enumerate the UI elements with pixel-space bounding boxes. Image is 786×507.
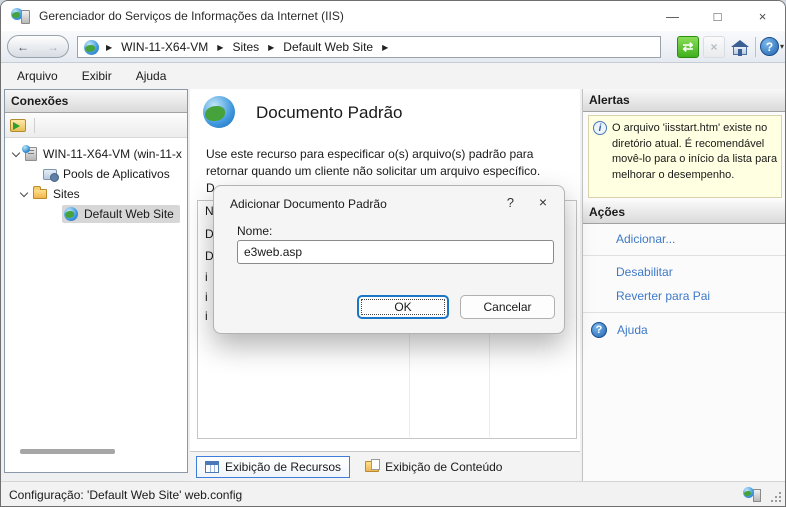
action-revert-link[interactable]: Reverter para Pai xyxy=(583,284,786,308)
maximize-button[interactable]: □ xyxy=(695,1,740,31)
name-field-label: Nome: xyxy=(237,224,272,238)
tree-item-label: Sites xyxy=(53,187,80,201)
description-line: Use este recurso para especificar o(s) a… xyxy=(206,146,540,163)
window-title: Gerenciador do Serviços de Informações d… xyxy=(39,9,344,23)
minimize-button[interactable]: — xyxy=(650,1,695,31)
help-button[interactable]: ? xyxy=(760,37,779,56)
application-pools-icon xyxy=(43,169,57,180)
breadcrumb-server[interactable]: WIN-11-X64-VM xyxy=(119,40,210,54)
server-icon xyxy=(25,147,37,161)
status-text: Configuração: 'Default Web Site' web.con… xyxy=(9,488,242,502)
tree-item-application-pools[interactable]: Pools de Aplicativos xyxy=(5,164,187,184)
action-help-link[interactable]: ? Ajuda xyxy=(583,317,786,343)
connections-header: Conexões xyxy=(5,90,187,113)
actions-panel: Alertas i O arquivo 'iisstart.htm' exist… xyxy=(582,89,786,481)
site-globe-icon xyxy=(84,40,99,55)
action-add-link[interactable]: Adicionar... xyxy=(583,227,786,251)
dialog-close-button[interactable]: × xyxy=(539,194,547,210)
breadcrumb-arrow-icon: ▶ xyxy=(382,43,388,52)
content-view-icon xyxy=(365,461,379,472)
tab-label: Exibição de Conteúdo xyxy=(385,460,502,474)
status-bar: Configuração: 'Default Web Site' web.con… xyxy=(1,481,785,507)
occluded-list-text: i xyxy=(205,270,208,284)
info-icon: i xyxy=(593,121,607,135)
name-input[interactable] xyxy=(237,240,554,264)
actions-divider xyxy=(583,312,786,313)
occluded-list-text: i xyxy=(205,309,208,323)
home-icon xyxy=(733,46,747,55)
toolbar-separator xyxy=(755,37,756,57)
stop-button-disabled: × xyxy=(703,36,725,58)
connections-toolbar xyxy=(5,113,187,138)
tab-label: Exibição de Recursos xyxy=(225,460,341,474)
save-connections-icon[interactable] xyxy=(10,119,26,132)
iis-manager-window: Gerenciador do Serviços de Informações d… xyxy=(0,0,786,507)
feature-title: Documento Padrão xyxy=(256,103,402,123)
web-site-globe-icon xyxy=(64,207,78,221)
features-view-icon xyxy=(205,461,219,473)
alert-message: O arquivo 'iisstart.htm' existe no diret… xyxy=(612,121,778,193)
ok-button[interactable]: OK xyxy=(357,295,449,319)
tab-features-view[interactable]: Exibição de Recursos xyxy=(196,456,350,478)
connections-toolbar-separator xyxy=(34,118,35,133)
back-button[interactable]: ← xyxy=(17,40,29,54)
chevron-expanded-icon[interactable] xyxy=(12,148,20,156)
sites-folder-icon xyxy=(33,189,47,199)
connections-panel: Conexões WIN-11-X64-VM (win-11-x Pools d… xyxy=(4,89,188,473)
resize-grip[interactable] xyxy=(779,500,781,502)
breadcrumb-arrow-icon: ▶ xyxy=(268,43,274,52)
actions-divider xyxy=(583,255,786,256)
iis-status-icon xyxy=(743,487,761,503)
tree-selection-highlight: Default Web Site xyxy=(62,205,180,223)
help-icon: ? xyxy=(591,322,607,338)
nav-pill: ← → xyxy=(7,35,69,58)
close-button[interactable]: × xyxy=(740,1,785,31)
tree-item-label: Default Web Site xyxy=(84,207,174,221)
cancel-button[interactable]: Cancelar xyxy=(460,295,555,319)
dialog-title: Adicionar Documento Padrão xyxy=(230,197,387,211)
horizontal-scrollbar-thumb[interactable] xyxy=(20,449,115,454)
chevron-expanded-icon[interactable] xyxy=(20,188,28,196)
iis-app-icon xyxy=(11,8,30,25)
forward-button[interactable]: → xyxy=(47,40,59,54)
breadcrumb-arrow-icon: ▶ xyxy=(217,43,223,52)
menu-bar: Arquivo Exibir Ajuda xyxy=(1,63,785,89)
home-button[interactable] xyxy=(729,36,751,58)
connections-tree: WIN-11-X64-VM (win-11-x Pools de Aplicat… xyxy=(5,138,187,224)
tree-item-label: WIN-11-X64-VM (win-11-x xyxy=(43,147,182,161)
breadcrumb-sites[interactable]: Sites xyxy=(230,40,261,54)
actions-header: Ações xyxy=(583,201,786,224)
help-label: Ajuda xyxy=(617,323,648,337)
menu-arquivo[interactable]: Arquivo xyxy=(5,65,70,87)
dialog-help-button[interactable]: ? xyxy=(507,195,514,210)
refresh-button[interactable]: ⇄ xyxy=(677,36,699,58)
tab-content-view[interactable]: Exibição de Conteúdo xyxy=(356,456,511,478)
tree-item-default-web-site[interactable]: Default Web Site xyxy=(5,204,187,224)
occluded-list-text: i xyxy=(205,290,208,304)
tree-item-label: Pools de Aplicativos xyxy=(63,167,170,181)
action-disable-link[interactable]: Desabilitar xyxy=(583,260,786,284)
breadcrumb-default-web-site[interactable]: Default Web Site xyxy=(281,40,375,54)
add-default-document-dialog: Adicionar Documento Padrão ? × Nome: OK … xyxy=(213,185,565,334)
navigation-toolbar: ← → ▶ WIN-11-X64-VM ▶ Sites ▶ Default We… xyxy=(1,31,785,63)
tree-item-server[interactable]: WIN-11-X64-VM (win-11-x xyxy=(5,144,187,164)
menu-exibir[interactable]: Exibir xyxy=(70,65,124,87)
description-line: retornar quando um cliente não solicitar… xyxy=(206,163,540,180)
view-tab-strip: Exibição de Recursos Exibição de Conteúd… xyxy=(190,451,580,481)
tree-item-sites[interactable]: Sites xyxy=(5,184,187,204)
default-document-feature-icon xyxy=(203,96,235,128)
help-dropdown-caret-icon[interactable]: ▾ xyxy=(780,42,784,51)
alerts-header: Alertas xyxy=(583,89,786,112)
alert-box: i O arquivo 'iisstart.htm' existe no dir… xyxy=(588,115,782,198)
address-bar[interactable]: ▶ WIN-11-X64-VM ▶ Sites ▶ Default Web Si… xyxy=(77,36,661,58)
action-links: Adicionar... Desabilitar Reverter para P… xyxy=(583,227,786,343)
menu-ajuda[interactable]: Ajuda xyxy=(124,65,179,87)
breadcrumb-arrow-icon: ▶ xyxy=(106,43,112,52)
